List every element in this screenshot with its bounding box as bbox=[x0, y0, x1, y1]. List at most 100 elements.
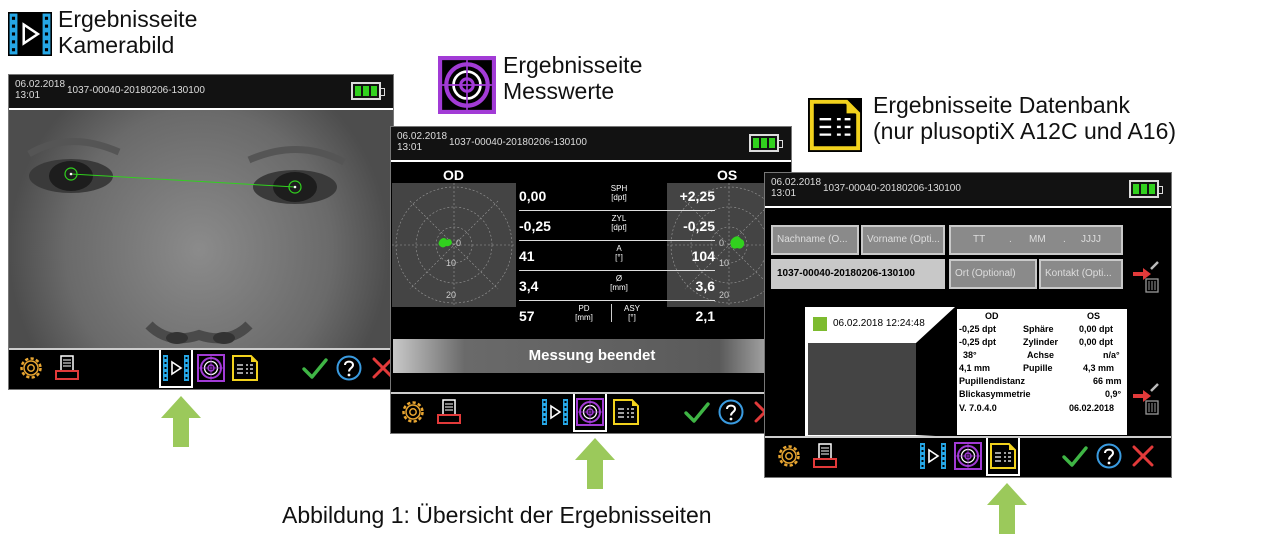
database-page-label-line2: (nur plusoptiX A12C und A16) bbox=[873, 118, 1177, 144]
record-datetime: 06.02.2018 12:24:48 bbox=[833, 318, 925, 329]
sph-os-value: +2,25 bbox=[679, 188, 715, 204]
report-pd-value: 66 mm bbox=[1093, 376, 1122, 386]
status-bar: 06.02.2018 13:01 1037-00040-20180206-1301… bbox=[391, 127, 791, 162]
camera-tab-icon[interactable] bbox=[919, 442, 947, 470]
patient-id-input[interactable]: 1037-00040-20180206-130100 bbox=[771, 259, 945, 289]
report-zyl-od: -0,25 dpt bbox=[959, 337, 997, 347]
measurement-page-label-line1: Ergebnisseite bbox=[503, 52, 643, 78]
battery-icon bbox=[1129, 180, 1163, 198]
measurement-id: 1037-00040-20180206-130100 bbox=[67, 85, 205, 96]
report-os-header: OS bbox=[1087, 311, 1101, 321]
os-label: OS bbox=[717, 167, 738, 183]
preview-connector bbox=[916, 307, 955, 437]
result-report: OD OS -0,25 dpt Sphäre 0,00 dpt -0,25 dp… bbox=[957, 309, 1127, 435]
measure-row-zyl: -0,25 ZYL [dpt] -0,25 bbox=[519, 211, 715, 241]
od-polar-plot: 0 10 20 bbox=[392, 183, 516, 307]
date-time: 06.02.2018 13:01 bbox=[15, 79, 65, 101]
sph-label: SPH [dpt] bbox=[610, 184, 628, 202]
settings-icon[interactable] bbox=[775, 442, 803, 470]
report-pd-label: Pupillendistanz bbox=[959, 376, 1026, 386]
measure-row-pd-asy: 57 PD [mm] ASY [°] 2,1 bbox=[519, 301, 715, 330]
polar-tick: 0 bbox=[456, 238, 462, 248]
close-icon[interactable] bbox=[1129, 442, 1157, 470]
print-icon[interactable] bbox=[811, 442, 839, 470]
record-card: 06.02.2018 12:24:48 bbox=[805, 307, 955, 437]
year-placeholder: JJJJ bbox=[1081, 234, 1101, 245]
toolbar bbox=[765, 436, 1171, 477]
report-sph-label: Sphäre bbox=[1023, 324, 1054, 334]
help-icon[interactable] bbox=[1095, 442, 1123, 470]
measurement-tab-icon[interactable] bbox=[576, 398, 604, 426]
asy-value: 2,1 bbox=[695, 308, 715, 324]
day-placeholder: TT bbox=[973, 234, 986, 245]
database-screen: 06.02.2018 13:01 1037-00040-20180206-1301… bbox=[764, 172, 1172, 478]
settings-icon[interactable] bbox=[399, 398, 427, 426]
confirm-icon[interactable] bbox=[683, 398, 711, 426]
print-icon[interactable] bbox=[53, 354, 81, 382]
date: 06.02.2018 bbox=[771, 177, 822, 188]
database-tab-icon[interactable] bbox=[989, 442, 1017, 470]
camera-tab-icon[interactable] bbox=[162, 354, 190, 382]
measurement-page-icon bbox=[438, 56, 496, 114]
camera-tab-icon[interactable] bbox=[541, 398, 569, 426]
record-preview bbox=[808, 343, 916, 435]
report-asy-value: 0,9° bbox=[1105, 389, 1122, 399]
measurement-tab-icon[interactable] bbox=[197, 354, 225, 382]
pupil-label: Ø [mm] bbox=[610, 274, 628, 292]
confirm-icon[interactable] bbox=[1061, 442, 1089, 470]
report-axis-label: Achse bbox=[1027, 350, 1055, 360]
database-tab-icon[interactable] bbox=[231, 354, 259, 382]
measurement-page-label: Ergebnisseite Messwerte bbox=[503, 52, 642, 104]
date: 06.02.2018 bbox=[15, 79, 66, 90]
status-bar: 06.02.2018 13:01 1037-00040-20180206-1301… bbox=[765, 173, 1171, 208]
toolbar bbox=[9, 348, 393, 389]
camera-page-icon bbox=[8, 12, 52, 56]
help-icon[interactable] bbox=[335, 354, 363, 382]
delete-record-icon[interactable] bbox=[1131, 381, 1161, 415]
report-date: 06.02.2018 bbox=[1069, 403, 1115, 413]
help-icon[interactable] bbox=[717, 398, 745, 426]
status-banner: Messung beendet bbox=[393, 339, 791, 373]
date-time: 06.02.2018 13:01 bbox=[397, 131, 447, 153]
pupil-os-value: 3,6 bbox=[695, 278, 715, 294]
confirm-icon[interactable] bbox=[301, 354, 329, 382]
pointer-arrow-measurement bbox=[572, 436, 618, 490]
first-name-input[interactable]: Vorname (Opti... bbox=[861, 225, 945, 255]
contact-input[interactable]: Kontakt (Opti... bbox=[1039, 259, 1123, 289]
zyl-od-value: -0,25 bbox=[519, 218, 551, 234]
axis-od-value: 41 bbox=[519, 248, 535, 264]
polar-tick: 10 bbox=[719, 258, 730, 268]
date-separator: . bbox=[1009, 234, 1012, 245]
pointer-arrow-database bbox=[984, 481, 1030, 535]
delete-entry-icon[interactable] bbox=[1131, 259, 1161, 293]
report-pupil-od: 4,1 mm bbox=[959, 363, 991, 373]
time: 13:01 bbox=[397, 142, 423, 153]
camera-screen: 06.02.2018 13:01 1037-00040-20180206-1301… bbox=[8, 74, 394, 390]
pointer-arrow-camera bbox=[158, 394, 204, 448]
database-page-label: Ergebnisseite Datenbank (nur plusoptiX A… bbox=[873, 92, 1176, 144]
location-input[interactable]: Ort (Optional) bbox=[949, 259, 1037, 289]
last-name-input[interactable]: Nachname (O... bbox=[771, 225, 859, 255]
sph-od-value: 0,00 bbox=[519, 188, 547, 204]
camera-page-label-line2: Kamerabild bbox=[58, 32, 175, 58]
od-label: OD bbox=[443, 167, 464, 183]
report-asy-label: Blickasymmetrie bbox=[959, 389, 1031, 399]
report-zyl-os: 0,00 dpt bbox=[1079, 337, 1114, 347]
report-version: V. 7.0.4.0 bbox=[959, 403, 997, 413]
report-sph-od: -0,25 dpt bbox=[959, 324, 997, 334]
date: 06.02.2018 bbox=[397, 131, 448, 142]
battery-icon bbox=[749, 134, 783, 152]
measurement-tab-icon[interactable] bbox=[954, 442, 982, 470]
report-axis-os: n/a° bbox=[1103, 350, 1120, 360]
asy-label: ASY [°] bbox=[611, 304, 652, 322]
month-placeholder: MM bbox=[1029, 234, 1046, 245]
record-checkbox[interactable] bbox=[813, 317, 827, 331]
measurement-page-label-line2: Messwerte bbox=[503, 78, 615, 104]
camera-page-label: Ergebnisseite Kamerabild bbox=[58, 6, 197, 58]
print-icon[interactable] bbox=[435, 398, 463, 426]
database-tab-icon[interactable] bbox=[612, 398, 640, 426]
status-bar: 06.02.2018 13:01 1037-00040-20180206-1301… bbox=[9, 75, 393, 110]
measure-row-sph: 0,00 SPH [dpt] +2,25 bbox=[519, 181, 715, 211]
settings-icon[interactable] bbox=[17, 354, 45, 382]
birthdate-input[interactable]: TT . MM . JJJJ bbox=[949, 225, 1123, 255]
